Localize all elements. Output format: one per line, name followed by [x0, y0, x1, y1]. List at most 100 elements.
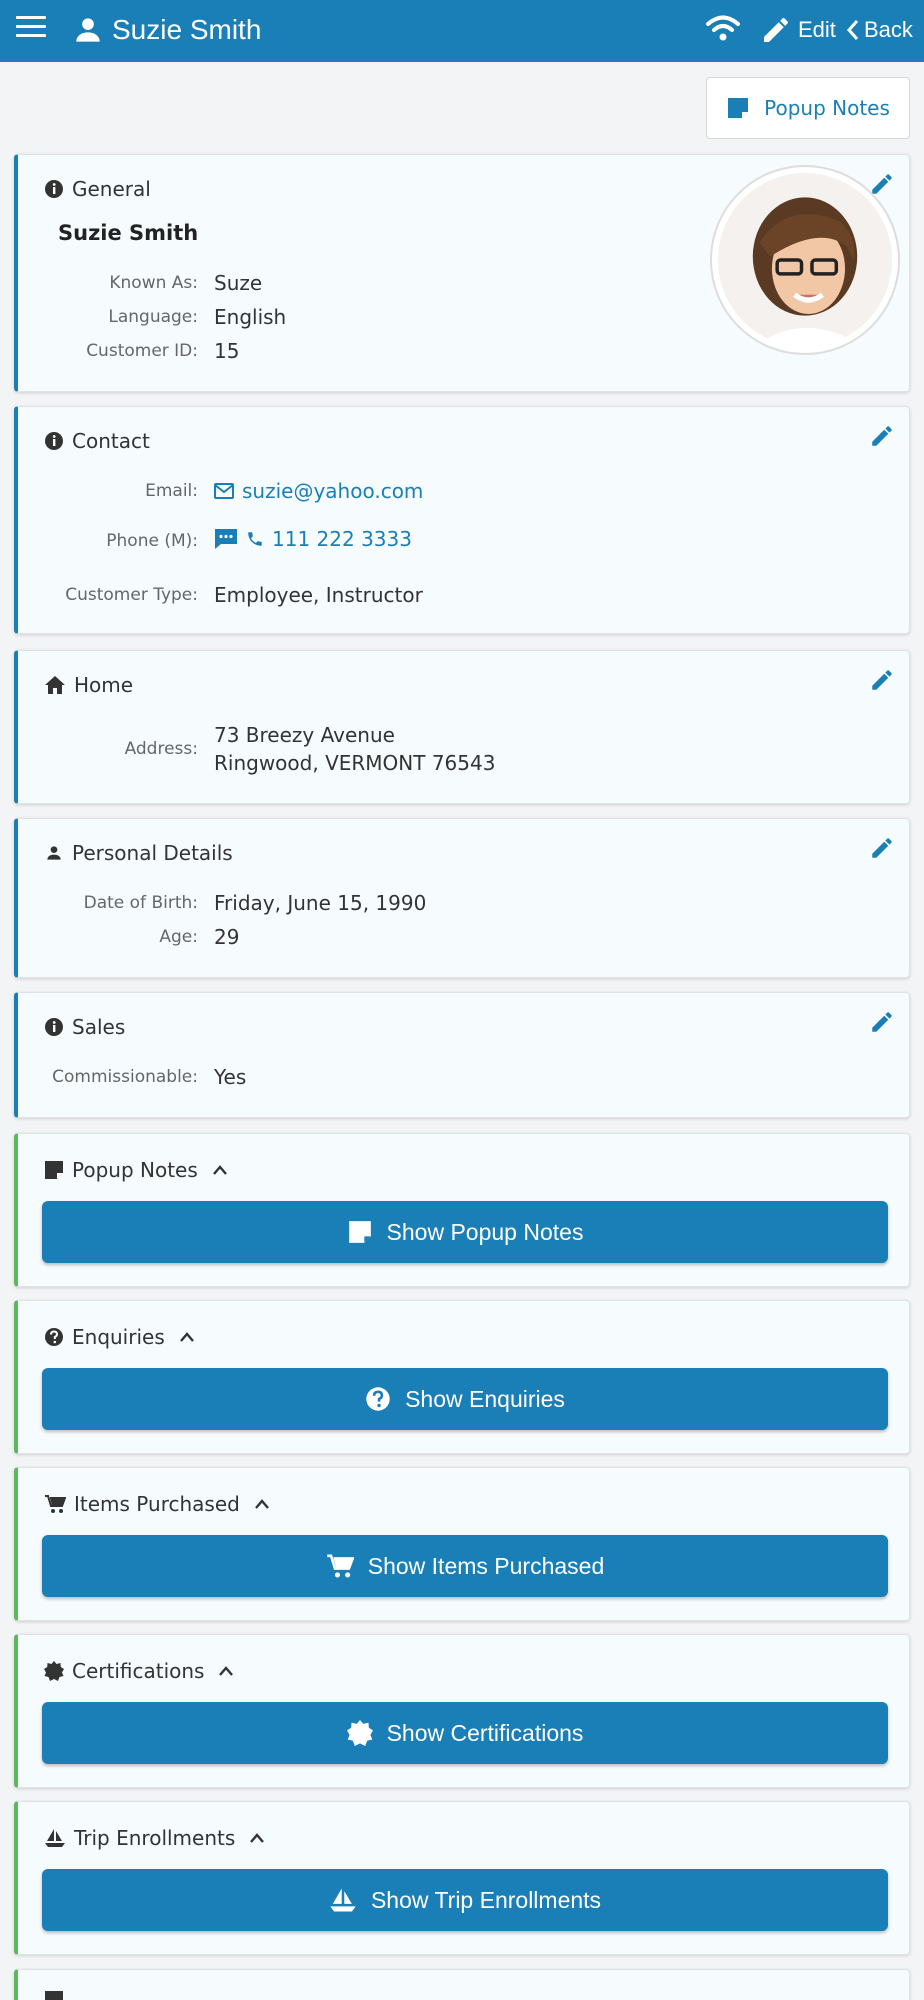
- age-label: Age:: [159, 927, 198, 947]
- known-as-label: Known As:: [109, 273, 198, 293]
- section-title: Popup Notes: [72, 1158, 198, 1182]
- page-title: Suzie Smith: [112, 14, 262, 45]
- email-link[interactable]: suzie@yahoo.com: [242, 479, 423, 503]
- show-trip-enrollments-button[interactable]: Show Trip Enrollments: [42, 1869, 888, 1931]
- edit-sales-icon[interactable]: [869, 1009, 895, 1035]
- enquiries-section: Enquiries Show Enquiries: [14, 1300, 910, 1454]
- contact-card: Contact Email: suzie@yahoo.com Phone (M)…: [14, 406, 910, 634]
- section-title: Items Purchased: [74, 1492, 240, 1516]
- edit-contact-icon[interactable]: [869, 423, 895, 449]
- customer-id-label: Customer ID:: [86, 341, 198, 361]
- chevron-left-icon: [846, 20, 859, 40]
- address-label: Address:: [124, 739, 198, 759]
- contact-header: Contact: [44, 429, 150, 453]
- certificate-icon: [44, 1661, 64, 1681]
- language-label: Language:: [108, 307, 198, 327]
- popup-notes-section: Popup Notes Show Popup Notes: [14, 1133, 910, 1287]
- info-icon: [45, 180, 63, 198]
- commissionable-value: Yes: [214, 1065, 247, 1089]
- edit-personal-icon[interactable]: [869, 835, 895, 861]
- section-header[interactable]: Popup Notes: [44, 1158, 236, 1182]
- edit-button[interactable]: Edit: [760, 13, 836, 47]
- personal-header: Personal Details: [44, 841, 233, 865]
- section-title: Trip Enrollments: [74, 1826, 236, 1850]
- menu-icon[interactable]: [16, 16, 46, 40]
- back-button[interactable]: Back: [846, 13, 913, 47]
- items-purchased-section: Items Purchased Show Items Purchased: [14, 1467, 910, 1621]
- section-header[interactable]: [44, 1990, 72, 2000]
- user-icon: [76, 18, 100, 42]
- phone-label: Phone (M):: [106, 531, 198, 551]
- show-enquiries-label: Show Enquiries: [405, 1385, 565, 1412]
- avatar: [710, 165, 900, 355]
- customer-name: Suzie Smith: [58, 221, 199, 245]
- info-icon: [45, 432, 63, 450]
- user-icon: [47, 846, 61, 860]
- home-header: Home: [44, 673, 133, 697]
- boat-icon: [330, 1888, 356, 1912]
- top-bar: Suzie Smith Edit Back: [0, 0, 924, 62]
- dob-value: Friday, June 15, 1990: [214, 891, 427, 915]
- chevron-up-icon[interactable]: [254, 1498, 270, 1510]
- section-header[interactable]: Certifications: [44, 1659, 242, 1683]
- customer-type-label: Customer Type:: [65, 585, 198, 605]
- sales-header: Sales: [44, 1015, 125, 1039]
- email-label: Email:: [145, 481, 198, 501]
- boat-icon: [45, 1829, 65, 1847]
- wifi-icon: [706, 15, 740, 41]
- personal-details-card: Personal Details Date of Birth: Friday, …: [14, 818, 910, 978]
- address-line1: 73 Breezy Avenue: [214, 723, 395, 747]
- address-line2: Ringwood, VERMONT 76543: [214, 751, 496, 775]
- sms-icon[interactable]: [214, 528, 238, 550]
- home-title: Home: [74, 673, 134, 697]
- question-icon: [366, 1387, 390, 1411]
- chevron-up-icon[interactable]: [218, 1665, 234, 1677]
- show-enquiries-button[interactable]: Show Enquiries: [42, 1368, 888, 1430]
- avatar-photo: [718, 173, 892, 347]
- home-icon: [45, 676, 65, 694]
- note-icon: [45, 1991, 63, 2000]
- email-row: suzie@yahoo.com: [214, 479, 423, 503]
- language-value: English: [214, 305, 287, 329]
- section-header[interactable]: Enquiries: [44, 1325, 203, 1349]
- question-icon: [45, 1328, 63, 1346]
- phone-link[interactable]: 111 222 3333: [272, 527, 412, 551]
- show-certifications-label: Show Certifications: [386, 1719, 584, 1746]
- commissionable-label: Commissionable:: [52, 1067, 198, 1087]
- section-header[interactable]: Trip Enrollments: [44, 1826, 273, 1850]
- general-header: General: [44, 177, 151, 201]
- section-title: Certifications: [72, 1659, 205, 1683]
- certificate-icon: [346, 1720, 373, 1746]
- chevron-up-icon[interactable]: [179, 1331, 195, 1343]
- home-card: Home Address: 73 Breezy Avenue Ringwood,…: [14, 650, 910, 804]
- cart-icon: [327, 1554, 354, 1578]
- show-items-purchased-button[interactable]: Show Items Purchased: [42, 1535, 888, 1597]
- cart-icon: [45, 1495, 66, 1513]
- chevron-up-icon[interactable]: [249, 1832, 265, 1844]
- sales-card: Sales Commissionable: Yes: [14, 992, 910, 1118]
- section-title: Enquiries: [72, 1325, 165, 1349]
- note-icon: [728, 98, 749, 118]
- chevron-up-icon[interactable]: [212, 1164, 228, 1176]
- edit-label: Edit: [798, 17, 836, 42]
- back-label: Back: [864, 17, 913, 42]
- general-title: General: [72, 177, 151, 201]
- age-value: 29: [214, 925, 240, 949]
- popup-notes-label: Popup Notes: [764, 96, 890, 120]
- edit-home-icon[interactable]: [869, 667, 895, 693]
- show-trip-enrollments-label: Show Trip Enrollments: [370, 1886, 602, 1913]
- section-header[interactable]: Items Purchased: [44, 1492, 278, 1516]
- customer-id-value: 15: [214, 339, 240, 363]
- note-icon: [348, 1221, 371, 1243]
- popup-notes-button[interactable]: Popup Notes: [706, 77, 910, 139]
- phone-icon: [248, 532, 262, 546]
- next-section-partial: [14, 1969, 910, 2000]
- known-as-value: Suze: [214, 271, 263, 295]
- show-certifications-button[interactable]: Show Certifications: [42, 1702, 888, 1764]
- show-popup-notes-button[interactable]: Show Popup Notes: [42, 1201, 888, 1263]
- customer-type-value: Employee, Instructor: [214, 583, 423, 607]
- info-icon: [45, 1018, 63, 1036]
- dob-label: Date of Birth:: [83, 893, 198, 913]
- certifications-section: Certifications Show Certifications: [14, 1634, 910, 1788]
- note-icon: [45, 1161, 63, 1179]
